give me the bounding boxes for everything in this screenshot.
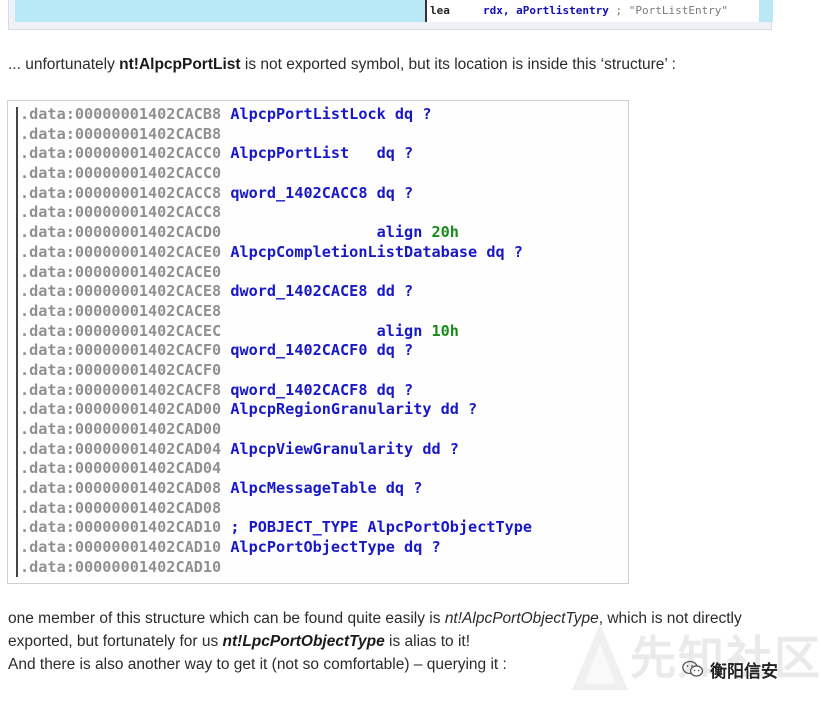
listing-code: AlpcpViewGranularity dd ? <box>221 439 459 458</box>
disassembly-listing: .data:00000001402CACB8 AlpcpPortListLock… <box>7 100 629 584</box>
listing-address: .data:00000001402CACB8 <box>20 124 222 143</box>
listing-line: .data:00000001402CACB8 <box>20 125 532 145</box>
listing-line: .data:00000001402CACD0 align 20h <box>20 223 532 243</box>
mnemonic: lea <box>430 4 450 17</box>
listing-line: .data:00000001402CACE8 <box>20 302 532 322</box>
listing-gutter <box>16 107 18 577</box>
listing-code: ; POBJECT_TYPE AlpcPortObjectType <box>221 518 533 537</box>
listing-code: qword_1402CACC8 dq ? <box>221 183 414 202</box>
listing-line: .data:00000001402CACF0 qword_1402CACF0 d… <box>20 341 532 361</box>
listing-address: .data:00000001402CACB8 <box>20 105 222 123</box>
listing-line: .data:00000001402CAD00 <box>20 420 532 440</box>
listing-code: AlpcPortObjectType dq ? <box>221 538 441 557</box>
listing-line: .data:00000001402CAD10 <box>20 558 532 578</box>
listing-address: .data:00000001402CAD00 <box>20 400 222 419</box>
listing-line: .data:00000001402CAD04 AlpcpViewGranular… <box>20 440 532 460</box>
code-highlight-edge <box>759 0 773 22</box>
listing-address: .data:00000001402CACF0 <box>20 360 222 379</box>
listing-line: .data:00000001402CAD04 <box>20 459 532 479</box>
listing-align-value: 20h <box>431 223 459 242</box>
listing-address: .data:00000001402CAD10 <box>20 538 222 557</box>
listing-address: .data:00000001402CACD0 <box>20 223 222 242</box>
listing-address: .data:00000001402CAD10 <box>20 518 222 537</box>
symbol-alpcportobjecttype: nt!AlpcPortObjectType <box>444 610 599 627</box>
listing-code: AlpcpPortList dq ? <box>221 144 414 163</box>
listing-line: .data:00000001402CAD00 AlpcpRegionGranul… <box>20 400 532 420</box>
listing-address: .data:00000001402CACC8 <box>20 183 222 202</box>
listing-code: qword_1402CACF8 dq ? <box>221 380 414 399</box>
symbol-lpcportobjecttype: nt!LpcPortObjectType <box>222 633 385 650</box>
listing-lines: .data:00000001402CACB8 AlpcpPortListLock… <box>20 105 532 578</box>
listing-line: .data:00000001402CACE8 dword_1402CACE8 d… <box>20 282 532 302</box>
listing-code: align <box>221 321 432 340</box>
listing-line: .data:00000001402CAD10 ; POBJECT_TYPE Al… <box>20 518 532 538</box>
listing-code: AlpcpRegionGranularity dd ? <box>221 400 478 419</box>
listing-address: .data:00000001402CACE0 <box>20 262 222 281</box>
listing-address: .data:00000001402CAD00 <box>20 420 222 438</box>
listing-address: .data:00000001402CACE8 <box>20 301 222 320</box>
symbol-alpcpportlist: nt!AlpcpPortList <box>119 56 241 73</box>
code-highlight-band <box>15 0 425 22</box>
listing-line: .data:00000001402CACE0 AlpcpCompletionLi… <box>20 243 532 263</box>
listing-align-value: 10h <box>431 321 459 340</box>
watermark-label: 衡阳信安 <box>710 661 778 681</box>
operands: rdx, aPortlistentry <box>483 4 609 17</box>
listing-address: .data:00000001402CAD04 <box>20 459 222 478</box>
listing-code: AlpcMessageTable dq ? <box>221 479 423 498</box>
listing-address: .data:00000001402CACC0 <box>20 164 222 183</box>
listing-line: .data:00000001402CACF8 qword_1402CACF8 d… <box>20 381 532 401</box>
listing-address: .data:00000001402CACC8 <box>20 203 222 222</box>
paragraph-line-1: one member of this structure which can b… <box>8 610 742 627</box>
listing-address: .data:00000001402CAD08 <box>20 498 222 517</box>
paragraph-line-2: exported, but fortunately for us nt!LpcP… <box>8 633 471 650</box>
listing-code: align <box>221 223 432 242</box>
paragraph-line-3: And there is also another way to get it … <box>8 656 507 673</box>
intro-paragraph: ... unfortunately nt!AlpcpPortList is no… <box>8 56 676 73</box>
watermark-badge: 衡阳信安 <box>682 656 778 682</box>
listing-address: .data:00000001402CAD10 <box>20 557 222 576</box>
listing-code: AlpcpPortListLock dq ? <box>221 105 432 123</box>
listing-line: .data:00000001402CAD08 AlpcMessageTable … <box>20 479 532 499</box>
code-comment: ; "PortListEntry" <box>615 4 729 17</box>
listing-address: .data:00000001402CACE8 <box>20 282 222 301</box>
listing-line: .data:00000001402CACF0 <box>20 361 532 381</box>
listing-code: qword_1402CACF0 dq ? <box>221 341 414 360</box>
listing-line: .data:00000001402CAD10 AlpcPortObjectTyp… <box>20 538 532 558</box>
listing-line: .data:00000001402CAD08 <box>20 499 532 519</box>
wechat-icon <box>682 660 704 677</box>
watermark-logo-icon <box>572 624 628 690</box>
listing-line: .data:00000001402CACC8 qword_1402CACC8 d… <box>20 184 532 204</box>
listing-code: dword_1402CACE8 dd ? <box>221 282 414 301</box>
code-line-lea: lea rdx, aPortlistentry ; "PortListEntry… <box>425 0 759 22</box>
listing-address: .data:00000001402CACE0 <box>20 242 222 261</box>
listing-address: .data:00000001402CAD08 <box>20 479 222 498</box>
listing-line: .data:00000001402CACC8 <box>20 203 532 223</box>
listing-line: .data:00000001402CACE0 <box>20 263 532 283</box>
listing-line: .data:00000001402CACB8 AlpcpPortListLock… <box>20 105 532 125</box>
listing-address: .data:00000001402CACEC <box>20 321 222 340</box>
code-snippet-top: lea rdx, aPortlistentry ; "PortListEntry… <box>8 0 773 30</box>
listing-address: .data:00000001402CACC0 <box>20 144 222 163</box>
listing-address: .data:00000001402CACF0 <box>20 341 222 360</box>
watermark-bg-text: 先知社区 <box>630 632 821 684</box>
listing-line: .data:00000001402CACC0 AlpcpPortList dq … <box>20 144 532 164</box>
listing-line: .data:00000001402CACC0 <box>20 164 532 184</box>
listing-address: .data:00000001402CAD04 <box>20 439 222 458</box>
listing-address: .data:00000001402CACF8 <box>20 380 222 399</box>
listing-line: .data:00000001402CACEC align 10h <box>20 322 532 342</box>
listing-code: AlpcpCompletionListDatabase dq ? <box>221 242 523 261</box>
